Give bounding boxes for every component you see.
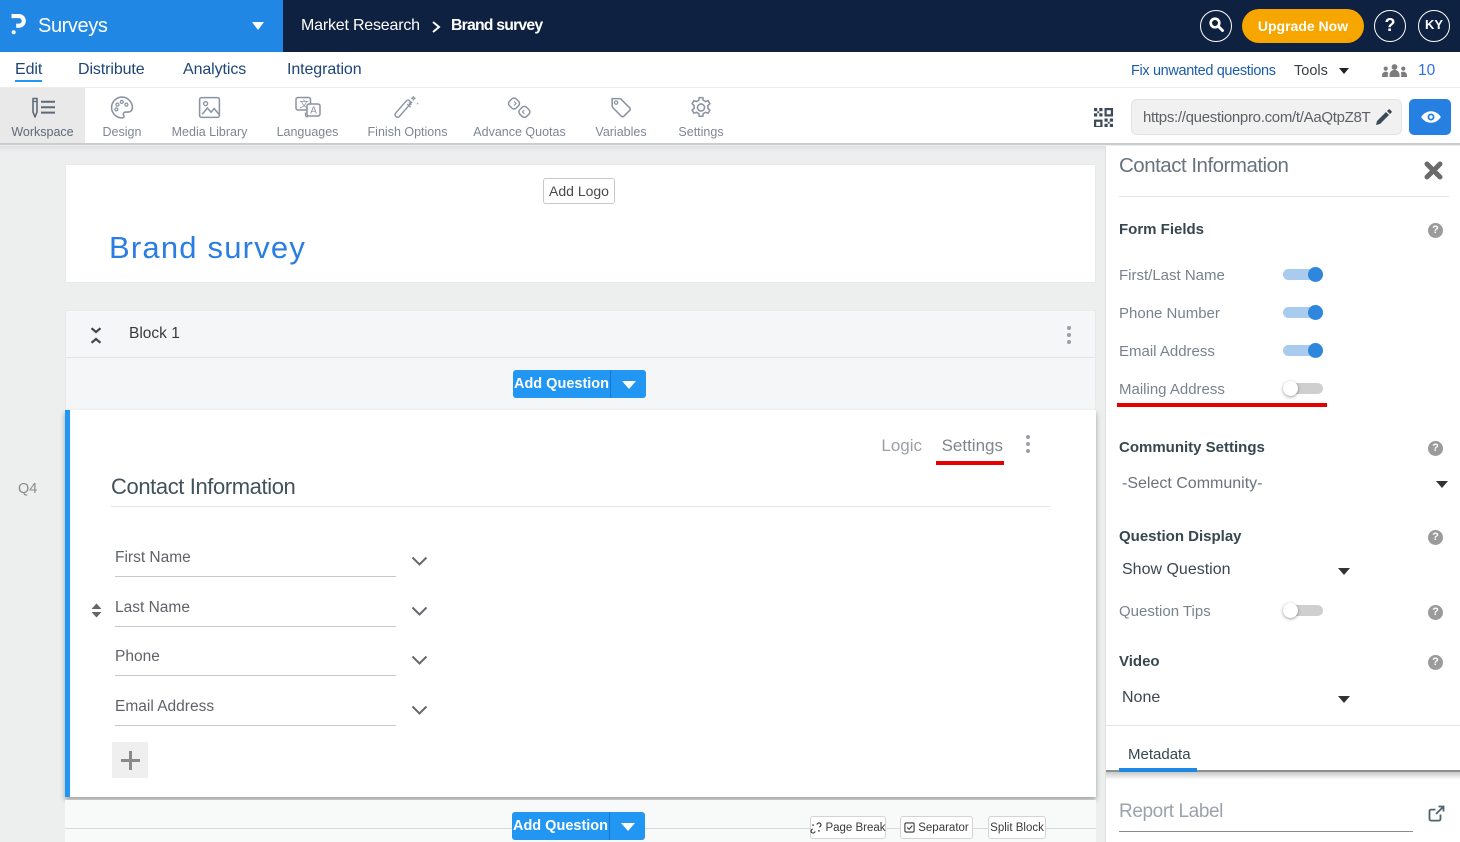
svg-text:A: A [310, 106, 317, 117]
